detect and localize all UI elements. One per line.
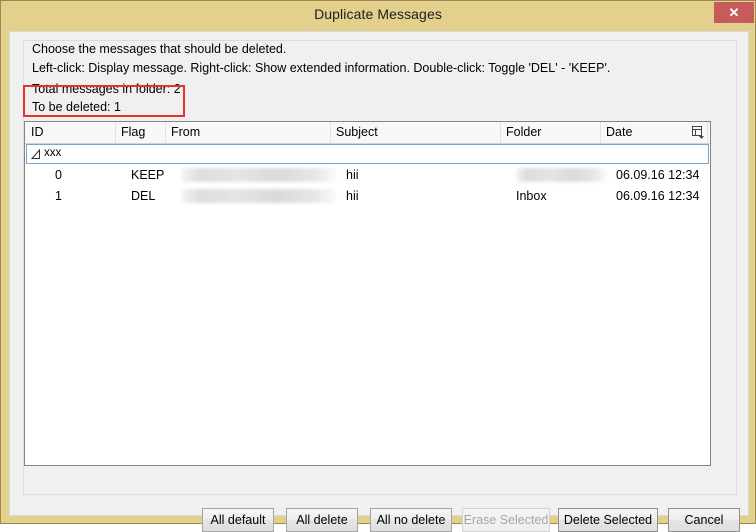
list-header-row: ID Flag From Subject Folder Date bbox=[25, 122, 710, 144]
all-default-button[interactable]: All default bbox=[202, 508, 274, 532]
title-bar: Duplicate Messages ✕ bbox=[1, 1, 755, 31]
column-header-flag[interactable]: Flag bbox=[116, 122, 166, 143]
table-row[interactable]: 0 KEEP hii 06.09.16 12:34 bbox=[26, 165, 709, 186]
redacted-from-value bbox=[181, 168, 336, 182]
close-icon[interactable]: ✕ bbox=[714, 2, 754, 23]
instruction-line-1: Choose the messages that should be delet… bbox=[30, 42, 289, 56]
column-header-date[interactable]: Date bbox=[601, 122, 708, 143]
column-header-id[interactable]: ID bbox=[26, 122, 116, 143]
all-delete-button[interactable]: All delete bbox=[286, 508, 358, 532]
all-no-delete-button[interactable]: All no delete bbox=[370, 508, 452, 532]
duplicate-messages-window: Duplicate Messages ✕ Choose the messages… bbox=[0, 0, 756, 532]
column-header-subject[interactable]: Subject bbox=[331, 122, 501, 143]
cell-subject: hii bbox=[346, 168, 359, 182]
delete-selected-button[interactable]: Delete Selected bbox=[558, 508, 658, 532]
cell-flag: KEEP bbox=[131, 168, 165, 182]
cell-folder: Inbox bbox=[516, 189, 547, 203]
redacted-from-value bbox=[181, 189, 336, 203]
to-be-deleted-label: To be deleted: 1 bbox=[30, 100, 123, 114]
instruction-line-2: Left-click: Display message. Right-click… bbox=[30, 61, 613, 75]
total-messages-label: Total messages in folder: 2 bbox=[30, 82, 183, 96]
column-header-folder[interactable]: Folder bbox=[501, 122, 601, 143]
messages-list-view[interactable]: ID Flag From Subject Folder Date xxx 0 KEEP hii… bbox=[24, 121, 711, 466]
cell-date: 06.09.16 12:34 bbox=[616, 168, 700, 182]
cell-flag: DEL bbox=[131, 189, 156, 203]
cell-date: 06.09.16 12:34 bbox=[616, 189, 700, 203]
cancel-button[interactable]: Cancel bbox=[668, 508, 740, 532]
redacted-folder-value bbox=[516, 168, 607, 182]
cell-subject: hii bbox=[346, 189, 359, 203]
dialog-client-area: Choose the messages that should be delet… bbox=[9, 31, 749, 532]
erase-selected-button: Erase Selected bbox=[462, 508, 550, 532]
group-filter-row[interactable]: xxx bbox=[26, 144, 709, 164]
group-row-label: xxx bbox=[44, 147, 62, 159]
window-title: Duplicate Messages bbox=[314, 6, 442, 22]
column-header-from[interactable]: From bbox=[166, 122, 331, 143]
table-row[interactable]: 1 DEL hii Inbox 06.09.16 12:34 bbox=[26, 186, 709, 207]
collapse-triangle-icon bbox=[31, 149, 40, 159]
